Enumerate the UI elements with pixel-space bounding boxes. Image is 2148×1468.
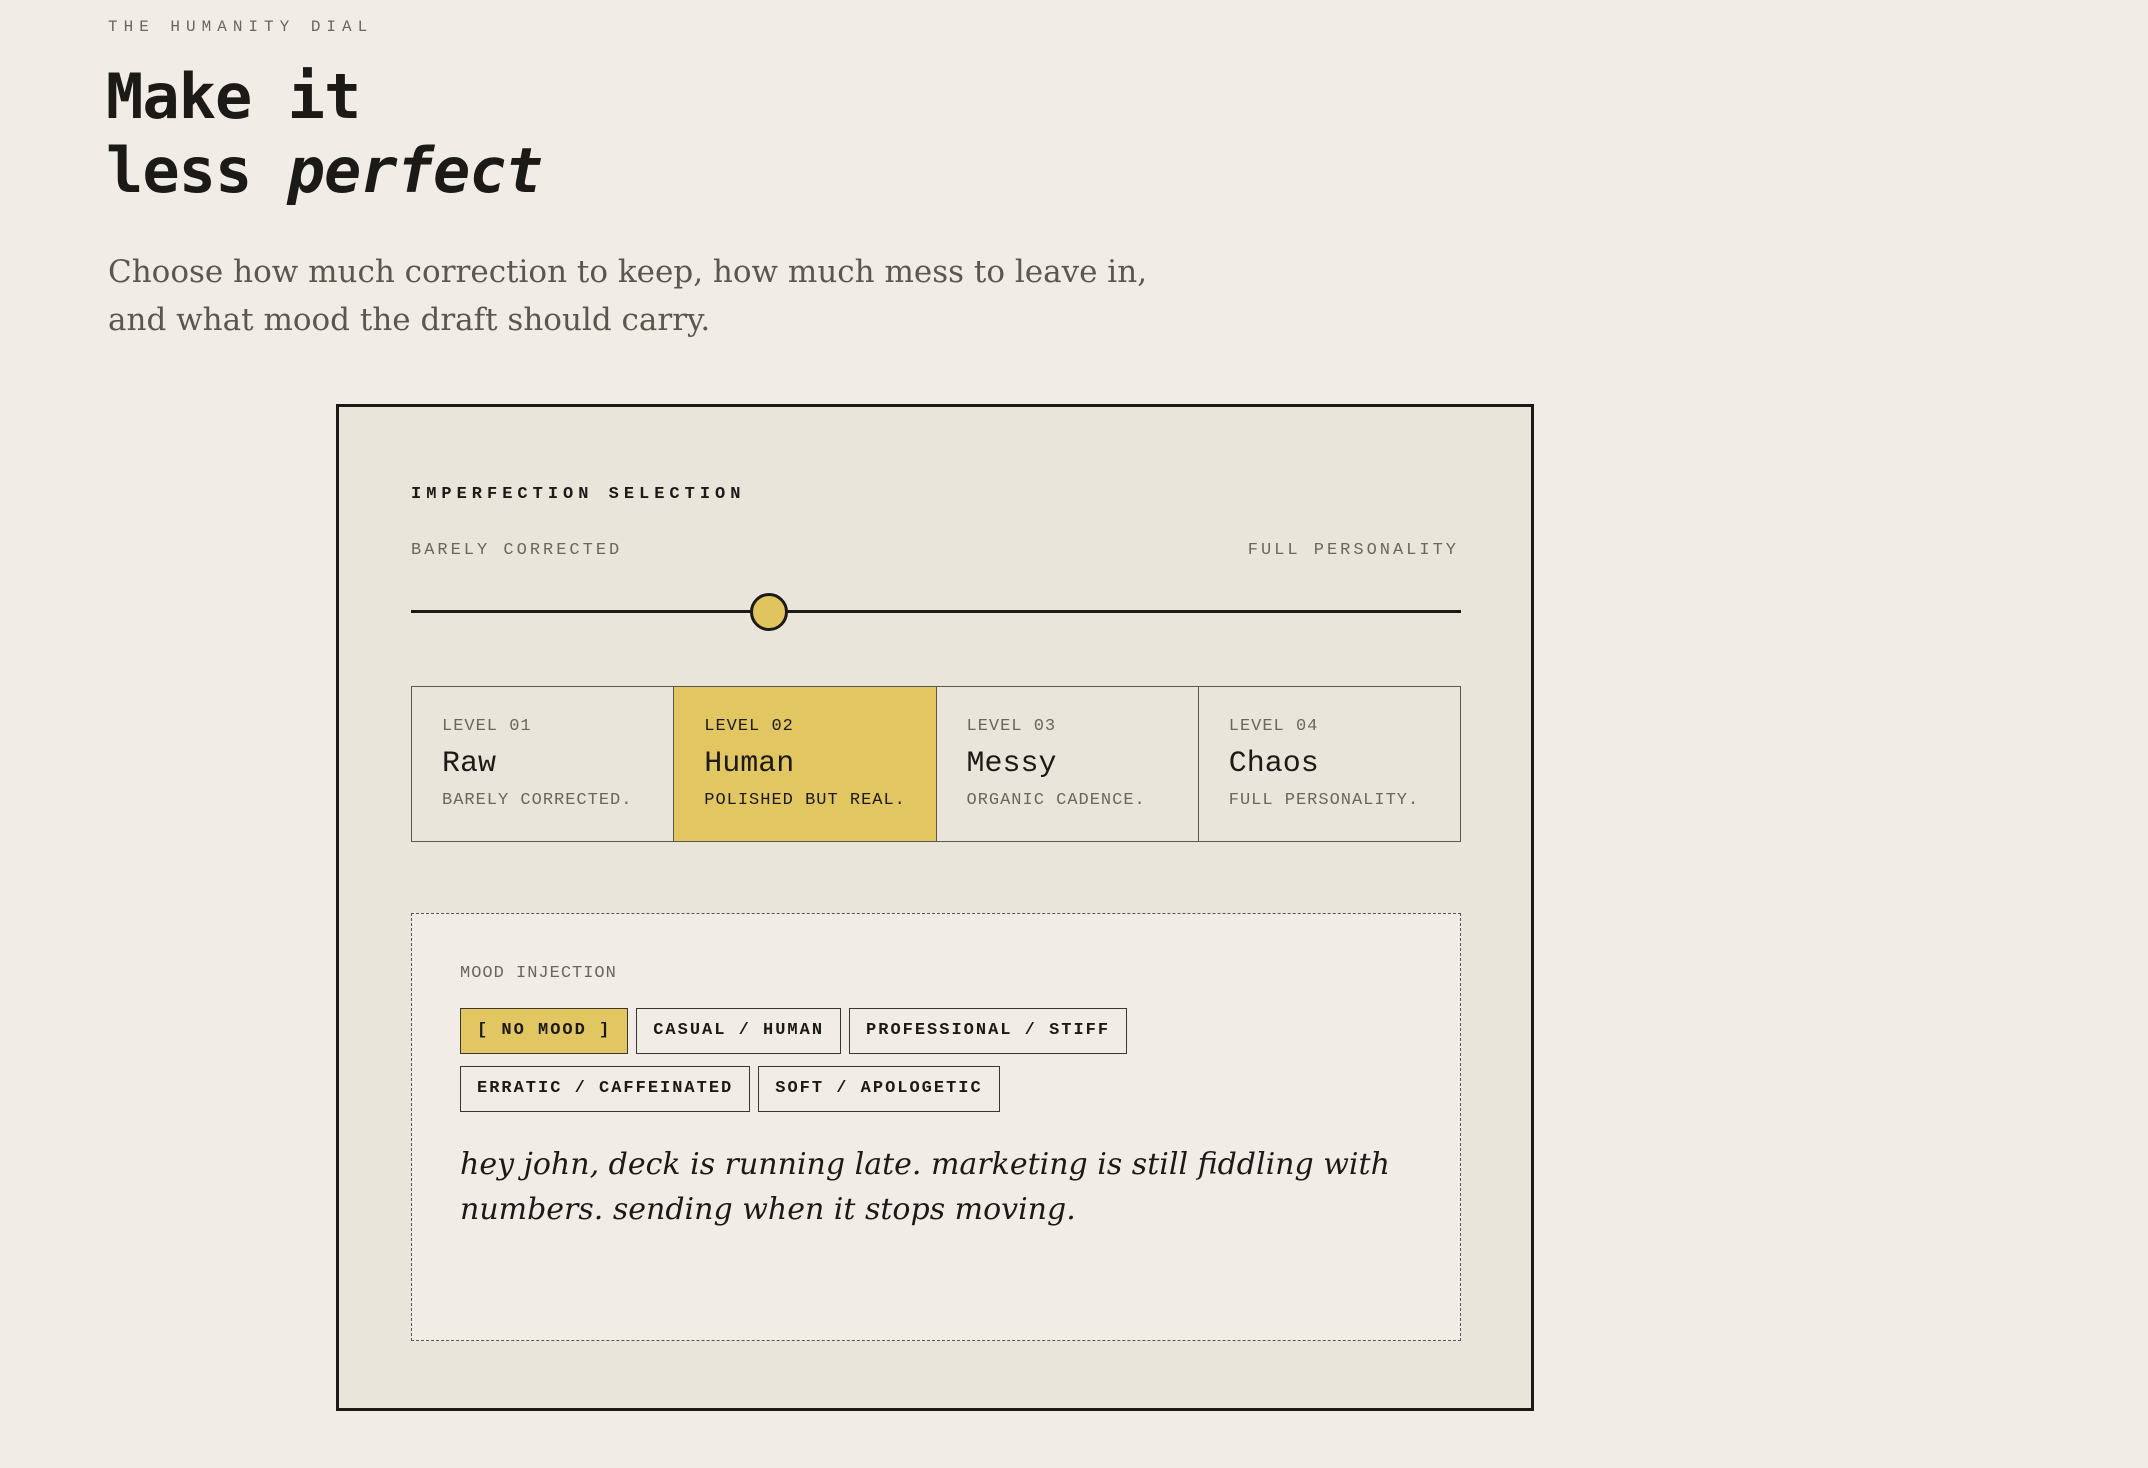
level-option-messy[interactable]: LEVEL 03 Messy ORGANIC CADENCE. [936,687,1199,841]
level-description: FULL PERSONALITY. [1228,791,1420,810]
mood-chip-soft-apologetic[interactable]: SOFT / APOLOGETIC [758,1066,1000,1112]
level-tag: LEVEL 01 [442,717,532,736]
mood-chip-casual-human[interactable]: CASUAL / HUMAN [636,1008,842,1054]
level-name: Raw [442,747,497,781]
level-option-raw[interactable]: LEVEL 01 Raw BARELY CORRECTED. [412,687,675,841]
level-option-human[interactable]: LEVEL 02 Human POLISHED BUT REAL. [674,687,937,841]
level-selector: LEVEL 01 Raw BARELY CORRECTED. LEVEL 02 … [411,686,1461,842]
page-title: Make it less perfect [106,60,543,208]
level-name: Chaos [1228,747,1319,781]
level-option-chaos[interactable]: LEVEL 04 Chaos FULL PERSONALITY. [1198,687,1460,841]
level-name: Messy [966,747,1057,781]
level-description: POLISHED BUT REAL. [704,791,906,810]
slider-track[interactable] [411,610,1461,613]
scale-max-label: FULL PERSONALITY [1247,541,1459,560]
level-tag: LEVEL 03 [966,717,1057,736]
mood-chip-group: [ NO MOOD ] CASUAL / HUMAN PROFESSIONAL / … [460,1008,1420,1124]
mood-chip-no-mood[interactable]: [ NO MOOD ] [460,1008,629,1054]
eyebrow-label: THE HUMANITY DIAL [108,18,374,36]
level-name: Human [704,747,795,781]
mood-chip-row: [ NO MOOD ] CASUAL / HUMAN PROFESSIONAL / … [460,1008,1420,1066]
title-line-2-emphasis: perfect [287,134,543,207]
slider-thumb[interactable] [750,593,788,631]
mood-injection-box: MOOD INJECTION [ NO MOOD ] CASUAL / HUMAN… [411,913,1461,1341]
mood-label: MOOD INJECTION [460,964,617,983]
scale-min-label: BARELY CORRECTED [411,541,623,560]
title-line-2: less perfect [106,134,543,208]
mood-chip-erratic-caffeinated[interactable]: ERRATIC / CAFFEINATED [460,1066,751,1112]
imperfection-slider[interactable] [411,591,1461,631]
title-line-2-plain: less [106,134,288,207]
draft-preview-text: hey john, deck is running late. marketin… [460,1147,1390,1227]
title-line-1: Make it [106,60,361,133]
level-tag: LEVEL 04 [1228,717,1319,736]
mood-chip-professional-stiff[interactable]: PROFESSIONAL / STIFF [849,1008,1128,1054]
level-tag: LEVEL 02 [704,717,794,736]
imperfection-panel: IMPERFECTION SELECTION BARELY CORRECTED … [336,404,1534,1411]
page-description: Choose how much correction to keep, how … [108,254,1148,338]
mood-chip-row: ERRATIC / CAFFEINATED SOFT / APOLOGETIC [460,1066,1420,1124]
level-description: ORGANIC CADENCE. [966,791,1146,810]
level-description: BARELY CORRECTED. [442,791,633,810]
panel-title: IMPERFECTION SELECTION [411,485,746,504]
